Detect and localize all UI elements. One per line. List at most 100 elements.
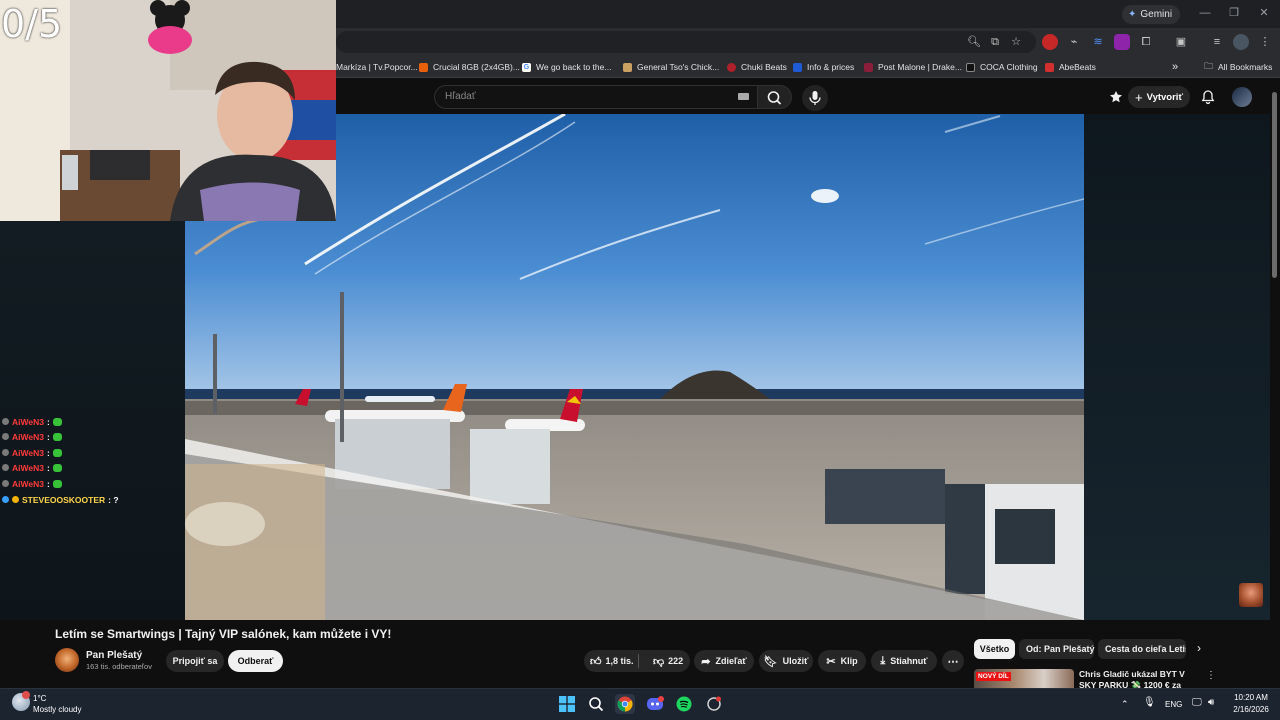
download-button[interactable]: ⤓ Stiahnuť bbox=[871, 650, 937, 672]
language-indicator[interactable]: ENG bbox=[1165, 700, 1182, 709]
microphone-tray-icon[interactable]: 🎙︎ bbox=[1143, 697, 1156, 708]
weather-condition[interactable]: Mostly cloudy bbox=[33, 705, 81, 714]
zoom-icon[interactable]: 🔍︎ bbox=[966, 34, 982, 50]
channel-name[interactable]: Pan Plešatý bbox=[86, 650, 142, 661]
cast-icon[interactable]: ⧉ bbox=[987, 34, 1003, 50]
scrollbar-thumb[interactable] bbox=[1272, 92, 1277, 278]
weather-alert-icon bbox=[22, 691, 30, 699]
tray-overflow-icon[interactable]: ⌃ bbox=[1121, 699, 1129, 710]
save-button[interactable]: 🔖︎ Uložiť bbox=[759, 650, 813, 672]
close-icon[interactable]: ✕ bbox=[1256, 6, 1272, 20]
notifications-bell-icon[interactable] bbox=[1200, 89, 1216, 105]
chat-separator: : bbox=[46, 447, 50, 458]
share-label: Zdieľať bbox=[715, 656, 747, 666]
app-taskbar-icon[interactable] bbox=[704, 694, 724, 714]
download-icon: ⤓ bbox=[880, 654, 886, 667]
restore-icon[interactable]: ❐ bbox=[1226, 6, 1242, 20]
bookmarks-overflow-button[interactable]: » bbox=[1172, 60, 1178, 74]
profile-avatar-icon[interactable] bbox=[1233, 34, 1249, 50]
keyboard-icon[interactable] bbox=[738, 93, 749, 100]
extension-red-icon[interactable] bbox=[1042, 34, 1058, 50]
extension-purple-icon[interactable] bbox=[1114, 34, 1130, 50]
bookmark-item[interactable]: COCA Clothing bbox=[966, 60, 1038, 74]
weather-temperature[interactable]: 1°C bbox=[33, 694, 46, 703]
google-favicon-icon: G bbox=[522, 62, 531, 72]
bookmark-item[interactable]: Info & prices bbox=[793, 60, 854, 74]
bookmark-item[interactable]: Crucial 8GB (2x4GB)... bbox=[419, 60, 520, 74]
share-button[interactable]: ➦ Zdieľať bbox=[694, 650, 754, 672]
emote-icon bbox=[52, 463, 62, 472]
chat-message: AiWeN3 : bbox=[2, 430, 62, 443]
bookmark-favicon-icon bbox=[793, 62, 802, 72]
media-controls-icon[interactable]: ≡ bbox=[1209, 34, 1225, 50]
voice-search-button[interactable] bbox=[802, 85, 828, 111]
chat-message: AiWeN3 : bbox=[2, 477, 62, 490]
all-bookmarks-button[interactable]: 🗀 All Bookmarks bbox=[1204, 60, 1272, 74]
search-input[interactable]: Hľadať bbox=[434, 85, 758, 109]
account-avatar[interactable] bbox=[1232, 87, 1252, 107]
user-badge-icon bbox=[2, 433, 9, 440]
user-badge-icon bbox=[2, 480, 9, 487]
bookmark-item[interactable]: General Tso's Chick... bbox=[623, 60, 719, 74]
clip-button[interactable]: ✂ Klip bbox=[818, 650, 866, 672]
folder-icon: 🗀 bbox=[1204, 61, 1214, 71]
minimize-icon[interactable]: — bbox=[1197, 6, 1213, 20]
more-actions-button[interactable]: ⋯ bbox=[942, 650, 964, 672]
chevron-right-icon[interactable]: › bbox=[1191, 641, 1207, 655]
chip-related[interactable]: Cesta do cieľa Letisk bbox=[1098, 639, 1186, 659]
channel-avatar[interactable] bbox=[55, 648, 79, 672]
gemini-label: Gemini bbox=[1140, 9, 1173, 20]
spotify-taskbar-icon[interactable] bbox=[674, 694, 694, 714]
user-badge-icon bbox=[2, 464, 9, 471]
chrome-taskbar-icon[interactable] bbox=[615, 694, 635, 714]
bookmark-item[interactable]: G We go back to the... bbox=[522, 60, 611, 74]
clock-time[interactable]: 10:20 AM bbox=[1228, 693, 1274, 702]
volume-icon[interactable]: 🔊︎ bbox=[1208, 697, 1214, 708]
create-button[interactable]: + Vytvoriť bbox=[1128, 86, 1190, 108]
goal-counter: 0/5 bbox=[1, 2, 63, 46]
theater-side-panel bbox=[1084, 114, 1270, 620]
windows-taskbar bbox=[0, 688, 1280, 720]
address-bar[interactable] bbox=[336, 31, 1036, 53]
extensions-puzzle-icon[interactable]: ⧠ bbox=[1138, 34, 1154, 50]
chat-separator: : bbox=[46, 462, 50, 473]
search-button[interactable] bbox=[758, 85, 792, 109]
chat-separator: : bbox=[46, 416, 50, 427]
bookmark-item[interactable]: AbeBeats bbox=[1045, 60, 1096, 74]
bookmark-item[interactable]: Post Malone | Drake... bbox=[864, 60, 962, 74]
chip-all[interactable]: Všetko bbox=[974, 639, 1015, 659]
bookmark-label: COCA Clothing bbox=[980, 62, 1038, 72]
bookmark-item[interactable]: Markíza | Tv.Popcor... bbox=[336, 60, 418, 74]
windows-start-icon[interactable] bbox=[557, 694, 577, 714]
chat-username: AiWeN3 bbox=[12, 416, 44, 427]
more-vertical-icon[interactable]: ⋮ bbox=[1206, 670, 1216, 681]
subscriber-count: 163 tis. odberateľov bbox=[86, 662, 152, 671]
subscribe-button[interactable]: Odberať bbox=[228, 650, 283, 672]
extension-audio-icon[interactable]: ≋ bbox=[1090, 34, 1106, 50]
bookmark-item[interactable]: Chuki Beats bbox=[727, 60, 787, 74]
chip-from-channel[interactable]: Od: Pan Plešatý bbox=[1019, 639, 1095, 659]
extension-grey-icon[interactable]: ⌁ bbox=[1066, 34, 1082, 50]
dislike-button[interactable]: 👎︎ 222 bbox=[653, 655, 683, 668]
like-button[interactable]: 👍︎ 1,8 tis. bbox=[590, 655, 640, 668]
more-horizontal-icon: ⋯ bbox=[947, 655, 959, 668]
network-icon[interactable]: 🖵︎ bbox=[1192, 697, 1202, 708]
emote-icon bbox=[52, 479, 62, 488]
taskbar-search-icon[interactable] bbox=[586, 694, 606, 714]
menu-kebab-icon[interactable]: ⋮ bbox=[1257, 34, 1273, 50]
join-button[interactable]: Pripojiť sa bbox=[166, 650, 224, 672]
cast-gem-icon[interactable] bbox=[1109, 90, 1123, 104]
gemini-button[interactable]: ✦ Gemini bbox=[1122, 5, 1181, 24]
chat-username: AiWeN3 bbox=[12, 447, 44, 458]
bookmark-star-icon[interactable]: ☆ bbox=[1008, 34, 1024, 50]
chat-username: STEVEOOSKOOTER bbox=[22, 494, 106, 505]
chat-separator: : bbox=[46, 478, 50, 489]
clock-date[interactable]: 2/16/2026 bbox=[1228, 705, 1274, 714]
thumbs-down-icon: 👎︎ bbox=[653, 655, 665, 668]
recommended-title[interactable]: Chris Gladič ukázal BYT V SKY PARKU 💸 12… bbox=[1079, 669, 1204, 688]
like-dislike-group: 👍︎ 1,8 tis. 👎︎ 222 bbox=[584, 650, 690, 672]
sidepanel-icon[interactable]: ▣ bbox=[1173, 34, 1189, 50]
miniplayer-thumbnail[interactable] bbox=[1239, 583, 1263, 607]
bookmark-icon: 🔖︎ bbox=[763, 655, 778, 668]
discord-taskbar-icon[interactable] bbox=[645, 694, 665, 714]
